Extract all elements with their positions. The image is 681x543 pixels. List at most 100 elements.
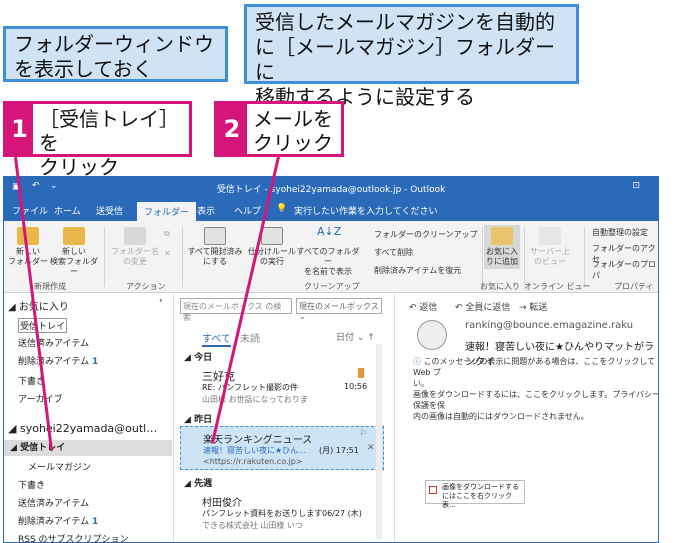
- ribbon: 新しいフォルダー 新しい検索フォルダー フォルダー名の変更 ⧉ ✕ すべて開封済…: [4, 221, 658, 293]
- info-text: 内の画像は自動的にはダウンロードされません。: [413, 412, 589, 421]
- group-separator: [182, 227, 183, 287]
- folder-pane: ◢ お気に入り ‹ 受信トレイ 送信済みアイテム 削除済みアイテム 1 下書き …: [4, 294, 174, 542]
- envelope-open-icon: [204, 227, 226, 245]
- deleted-folder[interactable]: 削除済みアイテム 1: [18, 514, 98, 527]
- server-view-button[interactable]: サーバー上 のビュー: [528, 227, 572, 267]
- title-bar: ▣ ↶ ⌄ 受信トレイ - syohei22yamada@outlook.jp …: [4, 177, 658, 199]
- show-all-folders-az-button[interactable]: A↓Z すべてのフォルダー を名前で表示: [296, 225, 360, 277]
- button-label: サーバー上 のビュー: [530, 247, 570, 266]
- fav-inbox[interactable]: 受信トレイ: [18, 318, 68, 333]
- sort-az-icon: A↓Z: [317, 225, 342, 238]
- message-subject: RE: パンフレット撮影の件: [202, 383, 299, 392]
- message-time: (月) 17:51: [319, 446, 359, 455]
- mark-all-read-button[interactable]: すべて開封済み にする: [184, 227, 246, 267]
- button-label: 新しい 検索フォルダー: [50, 247, 98, 276]
- group-label: アクション: [126, 282, 166, 291]
- fav-deleted[interactable]: 削除済みアイテム 1: [18, 354, 98, 367]
- group-label: オンライン ビュー: [524, 282, 591, 291]
- step-text: ［受信トレイ］を: [39, 107, 179, 155]
- tab-send-receive[interactable]: 送受信: [96, 204, 123, 217]
- filter-unread[interactable]: 未読: [240, 330, 260, 345]
- info-text: い。: [413, 379, 429, 388]
- group-today: ◢ 今日: [184, 353, 213, 363]
- delete-all-button[interactable]: すべて削除: [374, 247, 413, 258]
- lightbulb-icon[interactable]: 💡: [276, 204, 287, 214]
- group-last-week: ◢ 先週: [184, 479, 213, 489]
- search-scope-dropdown[interactable]: 現在のメールボックス ⌄: [296, 298, 382, 321]
- new-search-folder-button[interactable]: 新しい 検索フォルダー: [48, 227, 100, 277]
- blocked-image-placeholder[interactable]: 画像をダウンロードする にはここを右クリック表…: [425, 480, 525, 509]
- tab-help[interactable]: ヘルプ: [234, 204, 261, 217]
- message-item[interactable]: 村田俊介 パンフレット資料をお送りします 06/27 (木) できる株式会社 山…: [176, 490, 384, 534]
- step-text: クリック: [253, 131, 333, 155]
- message-preview: <https://r.rakuten.co.jp>: [203, 457, 303, 466]
- reply-button[interactable]: ↶ 返信: [409, 300, 437, 313]
- server-icon: [539, 227, 561, 245]
- search-input[interactable]: 現在のメールボックス の検索: [180, 298, 292, 322]
- message-time: 06/27 (木): [322, 509, 362, 518]
- callout-line: に［メールマガジン］フォルダーに: [255, 35, 555, 84]
- avatar: [417, 320, 447, 350]
- mailmagazine-folder[interactable]: メールマガジン: [28, 460, 91, 473]
- callout-folder-window: フォルダーウィンドウ を表示しておく: [3, 26, 228, 82]
- info-bar[interactable]: ⓘ このメッセージの表示に問題がある場合は、ここをクリックして Web ブ い。…: [413, 356, 658, 422]
- button-label: すべて開封済み にする: [187, 247, 243, 266]
- message-item-selected[interactable]: 楽天ランキングニュース 速報！寝苦しい夜に★ひん… (月) 17:51 <htt…: [180, 426, 384, 470]
- forward-button[interactable]: → 転送: [519, 300, 547, 313]
- drafts-folder[interactable]: 下書き: [18, 478, 45, 491]
- rss-folder[interactable]: RSS のサブスクリプション: [18, 532, 129, 542]
- tell-me-box[interactable]: 実行したい作業を入力してください: [294, 204, 437, 217]
- folder-icon: [17, 227, 39, 245]
- flag-icon[interactable]: ⚐: [359, 429, 367, 439]
- filter-all[interactable]: すべて: [202, 330, 231, 347]
- reply-all-button[interactable]: ↶ 全員に返信: [455, 300, 510, 313]
- tab-folder[interactable]: フォルダー: [137, 202, 197, 221]
- callout-auto-move: 受信したメールマガジンを自動的 に［メールマガジン］フォルダーに 移動するように…: [244, 4, 579, 109]
- message-item[interactable]: 三好克 RE: パンフレット撮影の件 10:56 山田様 お世話になっておりま: [176, 364, 384, 408]
- callout-line: を表示しておく: [14, 57, 153, 81]
- fav-sent[interactable]: 送信済みアイテム: [18, 336, 89, 349]
- search-folder-icon: [63, 227, 85, 245]
- rename-folder-button[interactable]: フォルダー名 の変更: [110, 227, 160, 267]
- inbox-folder[interactable]: ◢ 受信トレイ: [4, 440, 172, 456]
- list-scrollbar[interactable]: [376, 344, 382, 539]
- fav-archive[interactable]: アーカイブ: [18, 392, 62, 405]
- message-subject: 速報！寝苦しい夜に★ひん…: [203, 446, 307, 455]
- message-preview: できる株式会社 山田様 いつ: [202, 521, 303, 530]
- step-1-callout: 1 ［受信トレイ］を クリック: [3, 101, 192, 179]
- rules-icon: [261, 227, 283, 245]
- button-label: すべてのフォルダー を名前で表示: [296, 247, 360, 276]
- group-label: 新規作成: [34, 282, 66, 291]
- folder-cleanup-button[interactable]: フォルダーのクリーンアップ: [374, 229, 478, 240]
- add-to-favorites-button[interactable]: お気に入 りに追加: [484, 225, 520, 269]
- delete-icon[interactable]: ✕: [164, 249, 171, 258]
- ribbon-display-icon[interactable]: ⊡: [632, 181, 640, 191]
- message-list: 現在のメールボックス の検索 現在のメールボックス ⌄ すべて 未読 日付 ⌄ …: [176, 294, 384, 542]
- tab-home[interactable]: ホーム: [54, 204, 81, 217]
- broken-image-icon: [429, 486, 437, 494]
- sent-folder[interactable]: 送信済みアイテム: [18, 496, 89, 509]
- category-flag-icon: [358, 368, 364, 378]
- message-from: 楽天ランキングニュース: [203, 435, 313, 446]
- sender-address: ranking@bounce.emagazine.raku: [465, 320, 634, 331]
- pane-divider: [394, 294, 395, 542]
- group-label: プロパティ: [614, 282, 654, 291]
- ribbon-tabs: ファイル ホーム 送受信 フォルダー 表示 ヘルプ 💡 実行したい作業を入力して…: [4, 199, 658, 221]
- delete-message-icon[interactable]: ✕: [367, 443, 375, 453]
- step-text: メールを: [253, 107, 333, 131]
- sort-dropdown[interactable]: 日付 ⌄ ↑: [336, 330, 375, 343]
- account-header[interactable]: ◢ syohei22yamada@outl…: [8, 422, 157, 435]
- copy-icon[interactable]: ⧉: [164, 229, 170, 239]
- button-label: お気に入 りに追加: [486, 247, 518, 266]
- recover-deleted-button[interactable]: 削除済みアイテムを復元: [374, 265, 461, 276]
- info-icon: ⓘ: [413, 357, 421, 366]
- outlook-window: ▣ ↶ ⌄ 受信トレイ - syohei22yamada@outlook.jp …: [3, 176, 659, 543]
- tab-file[interactable]: ファイル: [12, 204, 48, 217]
- folder-properties-button[interactable]: フォルダーのプロパ: [592, 259, 658, 281]
- favorites-header[interactable]: ◢ お気に入り: [8, 298, 69, 313]
- collapse-pane-icon[interactable]: ‹: [159, 296, 163, 306]
- auto-archive-button[interactable]: 自動整理の設定: [592, 227, 648, 238]
- tab-view[interactable]: 表示: [197, 204, 215, 217]
- message-time: 10:56: [344, 382, 368, 391]
- callout-line: 受信したメールマガジンを自動的: [255, 10, 555, 34]
